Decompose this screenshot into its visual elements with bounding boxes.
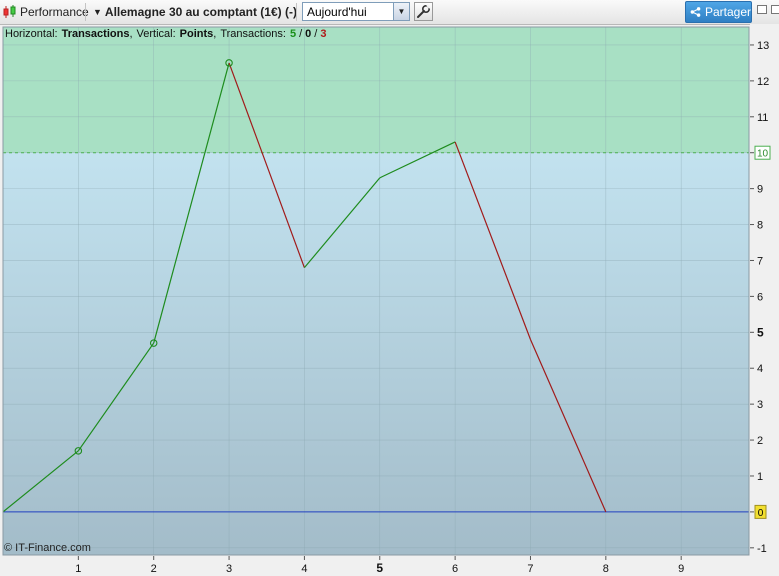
instrument-label: Allemagne 30 au comptant (1€) (-) xyxy=(104,5,297,19)
zero-tag-label: 0 xyxy=(758,508,764,519)
legend-comma: , xyxy=(213,28,216,40)
share-label: Partager xyxy=(704,5,751,19)
y-tick-label: 6 xyxy=(757,291,763,303)
horizontal-value: Transactions xyxy=(62,28,130,40)
x-tick-label: 9 xyxy=(678,563,684,575)
zone-below-threshold xyxy=(3,152,749,555)
transactions-win-count: 5 xyxy=(290,28,296,40)
performance-chart: 123456789 -1123456789111213 10 0 Horizon… xyxy=(0,24,779,576)
y-tick-label: 3 xyxy=(757,399,763,411)
period-select[interactable]: Aujourd'hui ▼ xyxy=(302,2,410,21)
window-restore-icon[interactable] xyxy=(757,5,767,14)
wrench-icon xyxy=(417,4,431,18)
y-tick-label: 12 xyxy=(757,76,769,88)
performance-label: Performance xyxy=(20,5,89,19)
horizontal-label: Horizontal: xyxy=(5,28,58,40)
y-tick-label: 8 xyxy=(757,220,763,232)
transactions-loss-count: 3 xyxy=(320,28,326,40)
x-tick-label: 7 xyxy=(527,563,533,575)
y-tick-label: 9 xyxy=(757,184,763,196)
zone-above-threshold xyxy=(3,27,749,153)
vertical-value: Points xyxy=(180,28,214,40)
x-tick-label: 5 xyxy=(376,561,383,575)
period-value: Aujourd'hui xyxy=(307,5,367,19)
y-tick-label: 2 xyxy=(757,435,763,447)
x-tick-label: 1 xyxy=(75,563,81,575)
vertical-label: Vertical: xyxy=(137,28,176,40)
y-tick-label: 7 xyxy=(757,255,763,267)
window-close-icon[interactable] xyxy=(771,5,779,14)
threshold-tag-label: 10 xyxy=(757,149,769,160)
y-tick-label: 5 xyxy=(757,325,764,339)
y-tick-label: 11 xyxy=(757,112,768,124)
caret-down-icon: ▼ xyxy=(93,7,102,17)
y-tick-label: 13 xyxy=(757,40,769,52)
x-tick-label: 8 xyxy=(603,563,609,575)
transactions-label: Transactions: xyxy=(220,28,286,40)
x-tick-label: 6 xyxy=(452,563,458,575)
toolbar-separator xyxy=(296,3,297,21)
x-tick-label: 3 xyxy=(226,563,232,575)
performance-button[interactable]: Performance xyxy=(2,0,89,24)
y-tick-label: -1 xyxy=(757,543,767,555)
threshold-tag: 10 xyxy=(754,145,771,160)
candlestick-icon xyxy=(3,5,16,18)
x-axis xyxy=(0,556,779,576)
toolbar-separator xyxy=(85,3,86,21)
x-tick-label: 4 xyxy=(301,563,307,575)
settings-button[interactable] xyxy=(414,2,433,21)
x-tick-label: 2 xyxy=(151,563,157,575)
share-button[interactable]: Partager xyxy=(685,1,752,23)
legend-comma: , xyxy=(129,28,132,40)
share-icon xyxy=(690,7,701,17)
zero-tag: 0 xyxy=(754,504,767,519)
instrument-dropdown[interactable]: ▼ Allemagne 30 au comptant (1€) (-) xyxy=(93,0,297,24)
transactions-neutral-count: 0 xyxy=(305,28,311,40)
y-tick-label: 1 xyxy=(757,471,763,483)
y-tick-label: 4 xyxy=(757,363,763,375)
chevron-down-icon[interactable]: ▼ xyxy=(393,3,409,20)
chart-legend: Horizontal: Transactions, Vertical: Points,… xyxy=(5,28,326,40)
y-axis xyxy=(750,24,779,576)
toolbar: Performance ▼ Allemagne 30 au comptant (… xyxy=(0,0,779,25)
copyright: © IT-Finance.com xyxy=(4,542,91,554)
